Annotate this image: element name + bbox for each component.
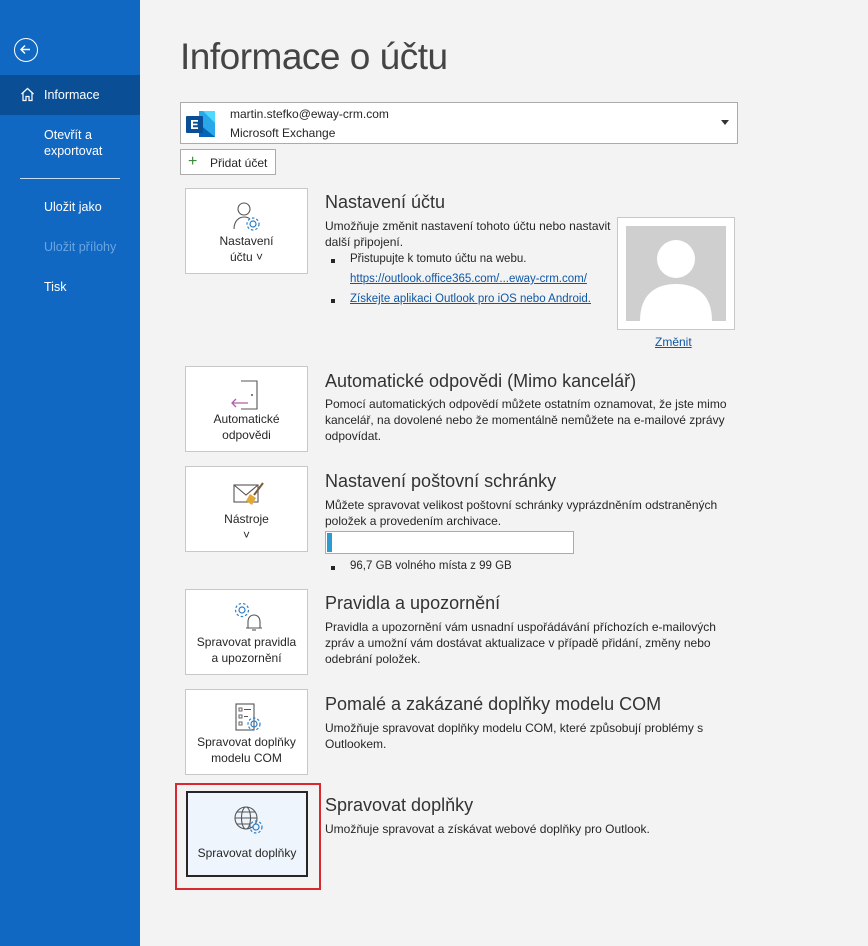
tile-label: modelu COM [211, 751, 282, 765]
nav-item-open-export[interactable]: Otevřít a exportovat [0, 127, 140, 159]
quota-text: 96,7 GB volného místa z 99 GB [350, 560, 512, 572]
person-silhouette-icon [640, 240, 712, 321]
profile-photo [617, 217, 735, 330]
gear-bell-icon [234, 602, 262, 631]
manage-rules-button[interactable]: Spravovat pravidla a upozornění [185, 589, 308, 675]
section-title: Pravidla a upozornění [325, 593, 501, 613]
outlook-mobile-link[interactable]: Získejte aplikaci Outlook pro iOS nebo A… [350, 293, 591, 305]
backstage-sidebar: Informace Otevřít a exportovat Uložit ja… [0, 0, 140, 946]
change-photo-link[interactable]: Změnit [655, 335, 692, 349]
back-button[interactable] [14, 38, 38, 62]
tile-label: Nastavení [219, 234, 274, 248]
section-title: Spravovat doplňky [325, 795, 474, 815]
section-description: Umožňuje spravovat a získávat webové dop… [325, 822, 650, 836]
nav-item-save-as[interactable]: Uložit jako [0, 199, 140, 215]
section-title: Nastavení poštovní schránky [325, 471, 557, 491]
back-arrow-icon [20, 45, 30, 54]
mailbox-quota-bar [325, 531, 574, 554]
door-arrow-icon [231, 380, 258, 410]
outlook-web-link[interactable]: https://outlook.office365.com/...eway-cr… [350, 273, 587, 285]
mail-broom-icon [233, 482, 264, 505]
highlight-frame [175, 783, 321, 890]
nav-separator [20, 178, 120, 179]
tile-label: Nástroje [224, 512, 269, 526]
page-title: Informace o účtu [180, 36, 448, 77]
account-email: martin.stefko@eway-crm.com [230, 107, 389, 121]
tile-label: ˅ [242, 528, 250, 542]
tile-label: odpovědi [222, 428, 271, 442]
add-account-button[interactable]: + Přidat účet [180, 149, 276, 175]
tile-label: Spravovat doplňky [197, 735, 296, 749]
account-settings-button[interactable]: Nastavení účtu ˅ [185, 188, 308, 274]
list-gear-icon [235, 703, 261, 731]
mailbox-tools-button[interactable]: Nástroje ˅ [185, 466, 308, 552]
section-title: Nastavení účtu [325, 192, 446, 212]
automatic-replies-button[interactable]: Automatické odpovědi [185, 366, 308, 452]
quota-fill [327, 533, 332, 552]
manage-com-addins-button[interactable]: Spravovat doplňky modelu COM [185, 689, 308, 775]
section-description: Pravidla a upozornění vám usnadní uspořá… [325, 620, 716, 666]
chevron-down-icon [721, 120, 729, 125]
account-type: Microsoft Exchange [230, 126, 336, 140]
home-icon [21, 87, 34, 102]
tile-label: Automatické [213, 412, 280, 426]
section-title: Automatické odpovědi (Mimo kancelář) [325, 371, 637, 391]
nav-item-print[interactable]: Tisk [0, 279, 140, 295]
bullet-text: Přistupujte k tomuto účtu na webu. [350, 253, 527, 265]
section-description: Pomocí automatických odpovědí můžete ost… [325, 397, 727, 443]
exchange-logo-icon [186, 111, 215, 137]
section-description: Umožňuje spravovat doplňky modelu COM, k… [325, 721, 704, 751]
section-description: Můžete spravovat velikost poštovní schrá… [325, 498, 718, 528]
account-selector[interactable]: martin.stefko@eway-crm.com Microsoft Exc… [180, 102, 738, 144]
user-gear-icon [233, 202, 260, 231]
tile-label: Spravovat pravidla [196, 635, 297, 649]
tile-label: účtu ˅ [229, 250, 264, 264]
section-title: Pomalé a zakázané doplňky modelu COM [325, 694, 662, 714]
nav-item-save-attachments: Uložit přílohy [44, 240, 117, 254]
tile-label: a upozornění [211, 651, 282, 665]
add-account-label: Přidat účet [210, 156, 268, 170]
plus-icon: + [188, 153, 198, 170]
section-description: Umožňuje změnit nastavení tohoto účtu ne… [325, 219, 611, 249]
